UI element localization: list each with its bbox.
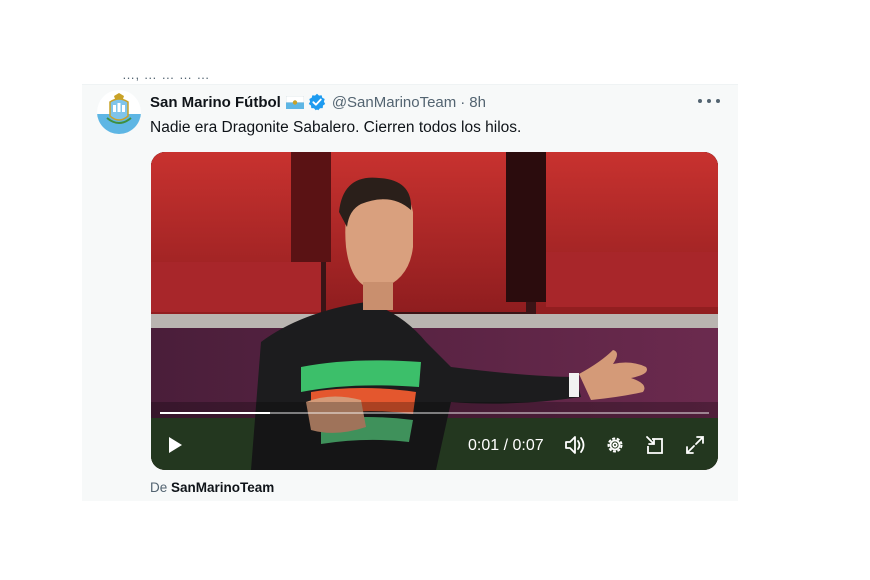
video-player[interactable]: 0:01 / 0:07: [151, 152, 718, 470]
display-name[interactable]: San Marino Fútbol: [150, 94, 281, 111]
duration: 0:07: [512, 437, 544, 454]
video-controls: 0:01 / 0:07: [151, 428, 718, 464]
source-prefix: De: [150, 480, 168, 495]
user-handle[interactable]: @SanMarinoTeam: [332, 94, 456, 111]
source-user-link[interactable]: SanMarinoTeam: [171, 480, 274, 495]
fullscreen-icon[interactable]: [682, 432, 708, 458]
san-marino-flag-icon: [285, 95, 305, 109]
tweet-text: Nadie era Dragonite Sabalero. Cierren to…: [150, 119, 522, 136]
more-options-icon[interactable]: [698, 94, 720, 108]
separator-dot: ·: [460, 93, 466, 111]
progress-bar[interactable]: [160, 412, 709, 414]
video-frame: [151, 152, 718, 470]
play-icon[interactable]: [162, 432, 188, 458]
san-marino-crest-icon: [97, 90, 141, 134]
progress-fill: [160, 412, 270, 414]
settings-icon[interactable]: [602, 432, 628, 458]
clipped-context-text: …, … … … …: [122, 67, 211, 81]
avatar[interactable]: [97, 90, 141, 134]
verified-badge-icon[interactable]: [308, 93, 326, 111]
volume-icon[interactable]: [562, 432, 588, 458]
pip-icon[interactable]: [642, 432, 668, 458]
time-readout: 0:01 / 0:07: [468, 437, 544, 455]
tweet-header: San Marino Fútbol @SanMarinoTeam · 8h: [150, 92, 486, 112]
tweet-time[interactable]: 8h: [469, 94, 486, 111]
source-attribution: De SanMarinoTeam: [150, 480, 274, 495]
time-divider: /: [503, 437, 509, 454]
current-time: 0:01: [468, 437, 500, 454]
